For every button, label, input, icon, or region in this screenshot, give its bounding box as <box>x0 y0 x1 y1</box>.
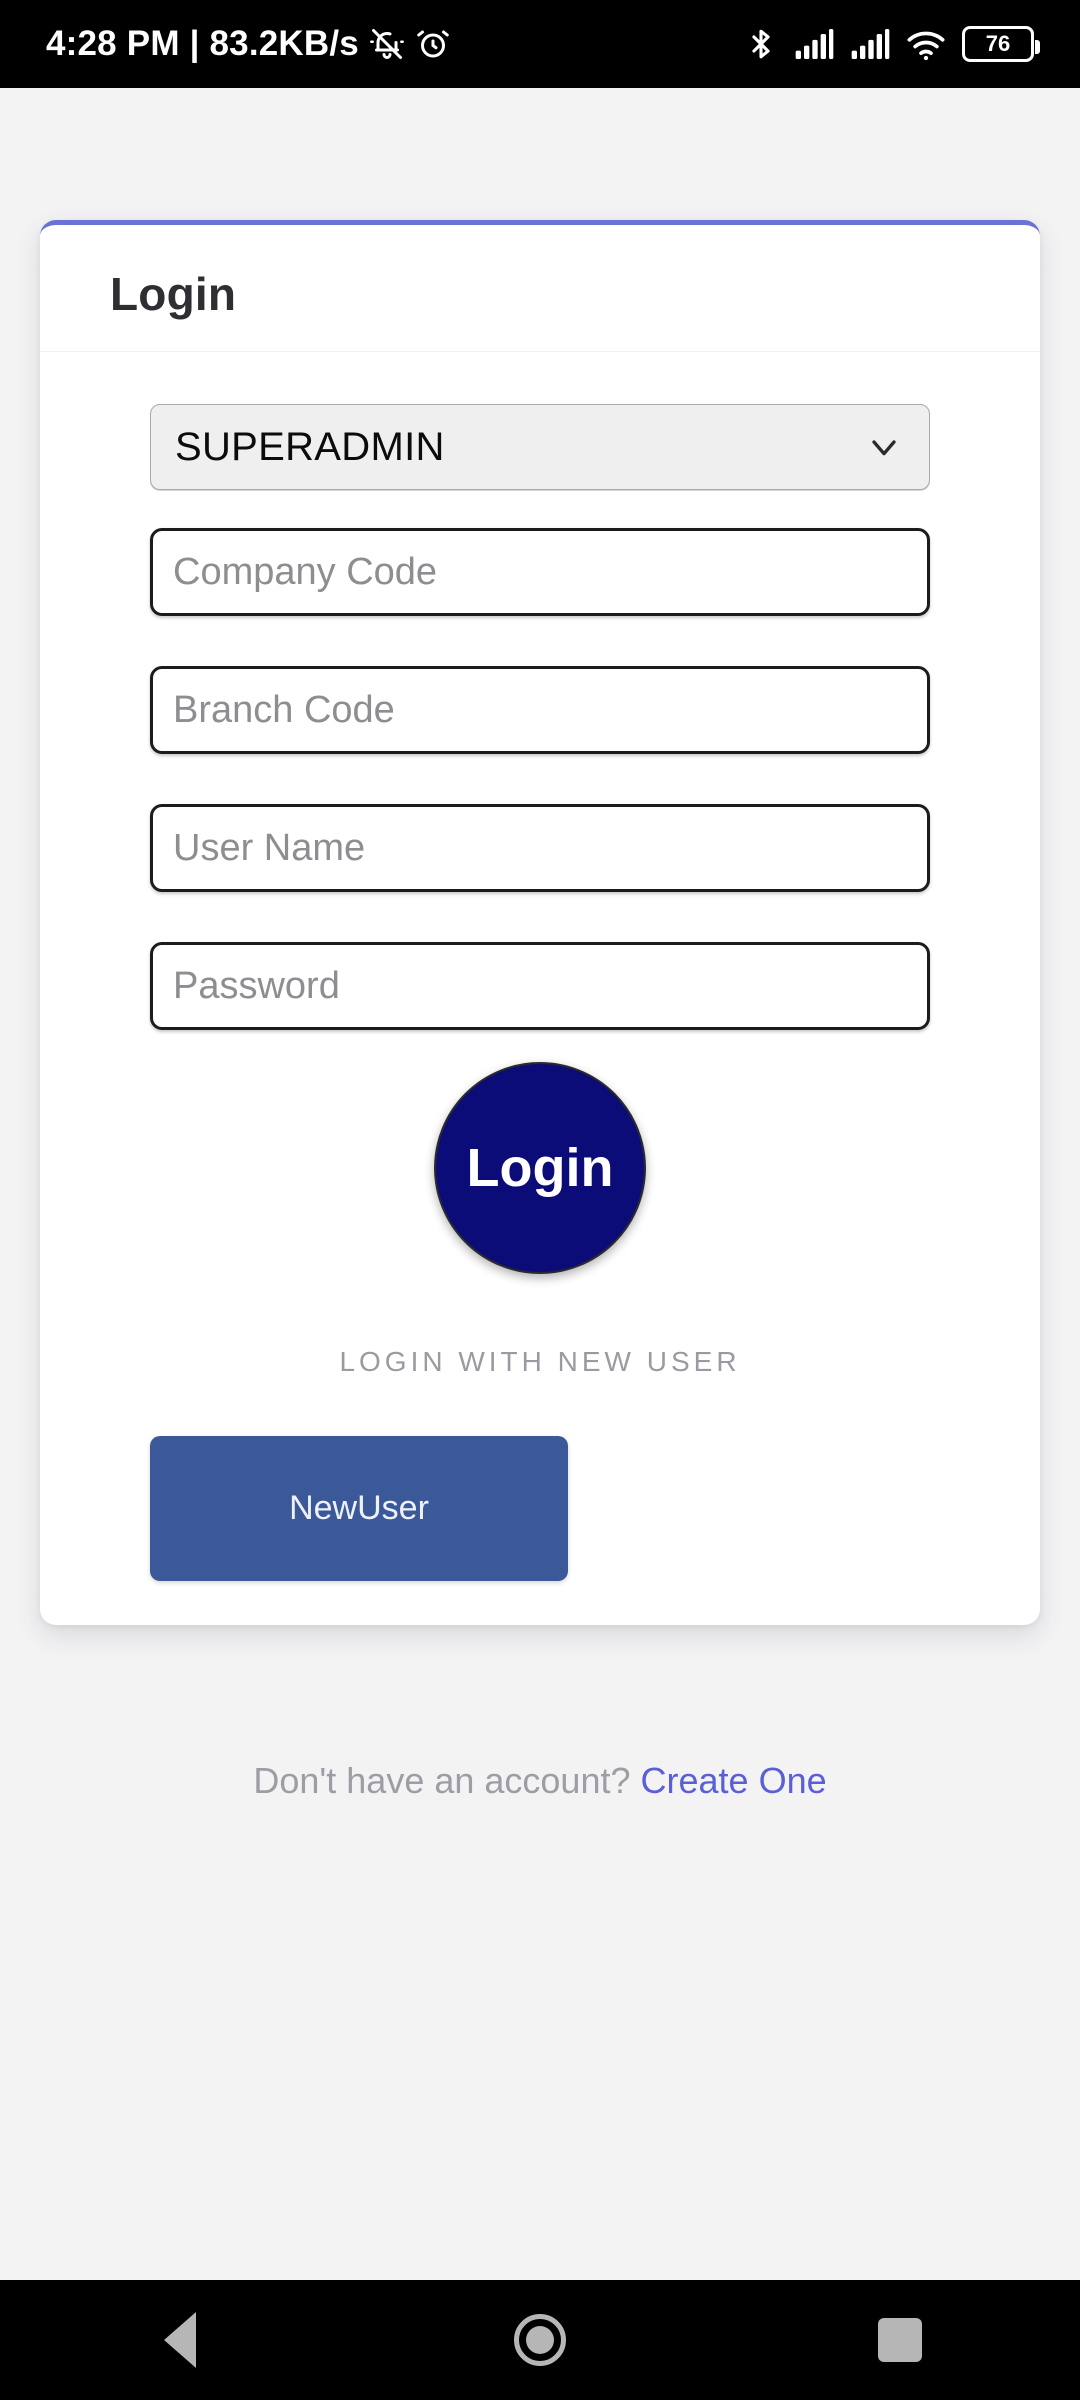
alarm-clock-icon <box>415 26 451 62</box>
bluetooth-icon <box>744 27 778 61</box>
login-with-new-user-label: LOGIN WITH NEW USER <box>339 1346 741 1377</box>
login-button-row: Login <box>150 1062 930 1274</box>
status-bar-left: 4:28 PM | 83.2KB/s <box>46 24 451 64</box>
new-user-button[interactable]: NewUser <box>150 1436 568 1581</box>
status-bar: 4:28 PM | 83.2KB/s 76 <box>0 0 1080 88</box>
nav-home-button[interactable] <box>480 2280 600 2400</box>
battery-level: 76 <box>985 31 1011 56</box>
signup-footer: Don't have an account? Create One <box>0 1760 1080 1802</box>
recents-square-icon <box>878 2318 922 2362</box>
signup-prompt: Don't have an account? <box>253 1760 631 1801</box>
nav-recents-button[interactable] <box>840 2280 960 2400</box>
branch-code-input[interactable] <box>150 666 930 754</box>
card-header: Login <box>40 225 1040 352</box>
role-select-wrapper: SUPERADMIN <box>150 404 930 490</box>
signal-sim2-icon <box>850 27 890 61</box>
login-button[interactable]: Login <box>434 1062 646 1274</box>
user-name-input[interactable] <box>150 804 930 892</box>
phone-screen: 4:28 PM | 83.2KB/s 76 Login SUPERADMIN C… <box>0 0 1080 2400</box>
role-select[interactable]: SUPERADMIN <box>150 404 930 490</box>
home-dot <box>526 2326 554 2354</box>
status-bar-right: 76 <box>744 26 1040 62</box>
login-card: Login SUPERADMIN Login <box>40 220 1040 1625</box>
back-triangle-icon <box>164 2312 196 2368</box>
status-time-network: 4:28 PM | 83.2KB/s <box>46 24 359 63</box>
create-one-link[interactable]: Create One <box>641 1760 827 1801</box>
battery-icon: 76 <box>962 26 1040 62</box>
vibrate-off-icon <box>369 26 405 62</box>
wifi-icon <box>906 27 946 61</box>
nav-back-button[interactable] <box>120 2280 240 2400</box>
home-circle-icon <box>514 2314 566 2366</box>
password-input[interactable] <box>150 942 930 1030</box>
role-select-value: SUPERADMIN <box>175 424 445 469</box>
page-title: Login <box>110 268 237 320</box>
signal-sim1-icon <box>794 27 834 61</box>
card-body: SUPERADMIN Login LOGIN WITH NEW USER <box>40 352 1040 1581</box>
android-nav-bar <box>0 2280 1080 2400</box>
company-code-input[interactable] <box>150 528 930 616</box>
